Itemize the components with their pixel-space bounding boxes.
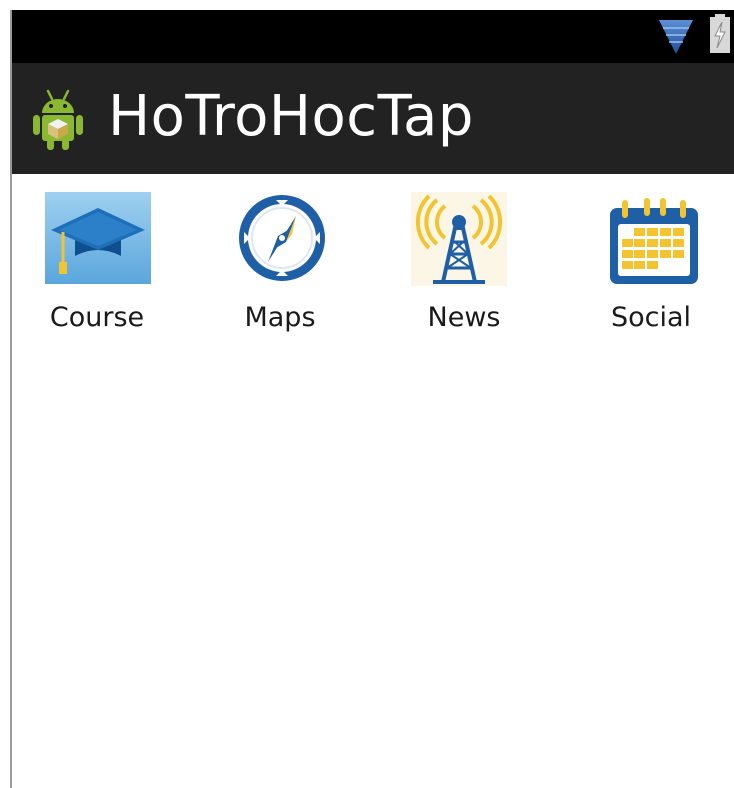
status-bar: [12, 10, 734, 63]
compass-icon: [236, 192, 328, 284]
grid-item-social[interactable]: Social: [566, 174, 734, 344]
grid-item-label: Maps: [244, 302, 316, 333]
broadcast-tower-icon: [411, 192, 507, 286]
android-logo-icon: [33, 89, 83, 150]
wifi-icon: [659, 20, 693, 54]
grid-item-label: Course: [49, 302, 145, 333]
graduation-cap-icon: [45, 192, 151, 284]
grid-item-maps[interactable]: Maps: [195, 174, 365, 344]
grid-item-label: Social: [610, 302, 692, 333]
grid-item-label: News: [427, 302, 501, 333]
battery-charging-icon: [710, 14, 730, 53]
action-bar: HoTroHocTap: [12, 63, 734, 174]
phone-screen: HoTroHocTap Course Maps News Social: [10, 10, 734, 788]
feature-grid: Course Maps News Social: [12, 174, 734, 354]
app-title: HoTroHocTap: [108, 84, 474, 149]
calendar-icon: [606, 192, 702, 288]
grid-item-news[interactable]: News: [379, 174, 549, 344]
grid-item-course[interactable]: Course: [12, 174, 182, 344]
